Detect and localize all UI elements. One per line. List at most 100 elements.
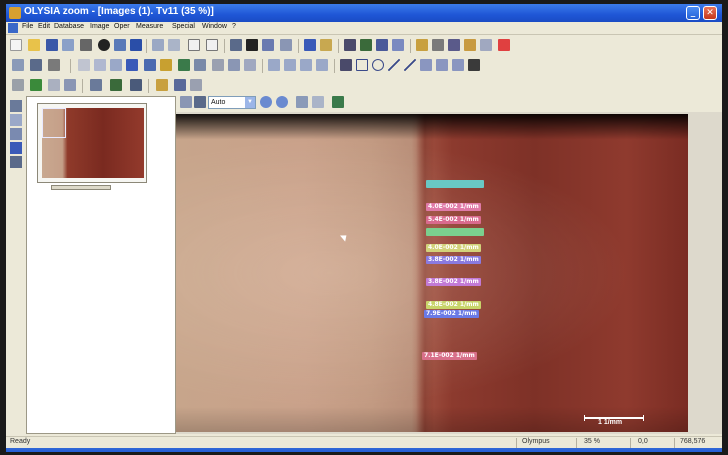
annotate-icon[interactable] <box>320 39 332 51</box>
process-d-icon[interactable] <box>110 79 122 91</box>
menu-help[interactable]: ? <box>232 23 236 30</box>
layers-icon[interactable] <box>228 59 240 71</box>
menu-special[interactable]: Special <box>172 23 195 30</box>
tool-c-icon[interactable] <box>448 39 460 51</box>
intensity-icon[interactable] <box>144 59 156 71</box>
paste-icon[interactable] <box>168 39 180 51</box>
title-bar[interactable]: OLYSIA zoom - [Images (1). Tv11 (35 %)] … <box>6 4 722 22</box>
navigator-zoom-slider[interactable] <box>51 185 111 190</box>
thumbnail-icon[interactable] <box>10 156 22 168</box>
align-b-icon[interactable] <box>284 59 296 71</box>
fit-window-icon[interactable] <box>180 96 192 108</box>
image-icon[interactable] <box>130 39 142 51</box>
process-a-icon[interactable] <box>12 79 24 91</box>
viewport-rectangle[interactable] <box>42 108 66 138</box>
measurement-label[interactable] <box>426 180 484 188</box>
micrograph-image[interactable] <box>176 114 688 432</box>
acquire-icon[interactable] <box>114 39 126 51</box>
measurement-label[interactable]: 4.0E-002 1/mm <box>426 203 481 211</box>
export-image-icon[interactable] <box>332 96 344 108</box>
menu-image[interactable]: Image <box>90 23 109 30</box>
new-file-icon[interactable] <box>10 39 22 51</box>
tool-e-icon[interactable] <box>480 39 492 51</box>
tool-d-icon[interactable] <box>464 39 476 51</box>
count-icon[interactable] <box>194 59 206 71</box>
measurement-label[interactable] <box>426 228 484 236</box>
plus-icon[interactable] <box>48 59 60 71</box>
report-icon[interactable] <box>376 39 388 51</box>
measurement-label[interactable]: 4.0E-002 1/mm <box>426 244 481 252</box>
text-tool-icon[interactable] <box>340 59 352 71</box>
process-f-icon[interactable] <box>156 79 168 91</box>
freehand-tool-icon[interactable] <box>436 59 448 71</box>
ellipse-tool-icon[interactable] <box>372 59 384 71</box>
magnifier-icon[interactable] <box>12 59 24 71</box>
tool-a-icon[interactable] <box>416 39 428 51</box>
crop-icon[interactable] <box>188 39 200 51</box>
select-icon[interactable] <box>78 59 90 71</box>
rectangle-tool-icon[interactable] <box>356 59 368 71</box>
process-e-icon[interactable] <box>130 79 142 91</box>
measurement-label[interactable]: 3.8E-002 1/mm <box>426 256 481 264</box>
align-a-icon[interactable] <box>268 59 280 71</box>
save-as-icon[interactable] <box>62 39 74 51</box>
line-tool-icon[interactable] <box>388 59 400 71</box>
tool-b-icon[interactable] <box>432 39 444 51</box>
table-icon[interactable] <box>360 39 372 51</box>
polyline-tool-icon[interactable] <box>420 59 432 71</box>
cut-icon[interactable] <box>212 59 224 71</box>
measurement-label[interactable]: 4.8E-002 1/mm <box>426 301 481 309</box>
menu-file[interactable]: File <box>22 23 33 30</box>
filter-icon[interactable] <box>262 39 274 51</box>
zoom-region-icon[interactable] <box>296 96 308 108</box>
document-icon[interactable] <box>8 23 18 33</box>
histogram-icon[interactable] <box>230 39 242 51</box>
measurement-label[interactable]: 7.1E-002 1/mm <box>422 352 477 360</box>
pointer-plus-icon[interactable] <box>30 59 42 71</box>
align-c-icon[interactable] <box>300 59 312 71</box>
minimize-button[interactable]: _ <box>686 6 700 20</box>
measurement-label[interactable]: 5.4E-002 1/mm <box>426 216 481 224</box>
process-c-icon[interactable] <box>90 79 102 91</box>
move-icon[interactable] <box>94 59 106 71</box>
chart-icon[interactable] <box>280 39 292 51</box>
columns-icon[interactable] <box>194 96 206 108</box>
menu-oper[interactable]: Oper <box>114 23 130 30</box>
zoom-select[interactable]: Auto ▼ <box>208 96 256 109</box>
image-region-icon[interactable] <box>126 59 138 71</box>
measurement-label[interactable]: 7.9E-002 1/mm <box>424 310 479 318</box>
menu-database[interactable]: Database <box>54 23 84 30</box>
properties-icon[interactable] <box>10 114 22 126</box>
grid-icon[interactable] <box>304 39 316 51</box>
menu-measure[interactable]: Measure <box>136 23 163 30</box>
layout-icon[interactable] <box>344 39 356 51</box>
process-g-icon[interactable] <box>174 79 186 91</box>
zoom-out-icon[interactable] <box>276 96 288 108</box>
contrast-icon[interactable] <box>246 39 258 51</box>
frame-icon[interactable] <box>206 39 218 51</box>
menu-edit[interactable]: Edit <box>38 23 50 30</box>
gallery-icon[interactable] <box>10 142 22 154</box>
process-h-icon[interactable] <box>190 79 202 91</box>
help-pointer-icon[interactable] <box>392 39 404 51</box>
print-icon[interactable] <box>80 39 92 51</box>
process-b-icon[interactable] <box>30 79 42 91</box>
menu-window[interactable]: Window <box>202 23 227 30</box>
angle-tool-icon[interactable] <box>452 59 464 71</box>
zoom-in-icon[interactable] <box>260 96 272 108</box>
overlay-icon[interactable] <box>312 96 324 108</box>
camera-icon[interactable] <box>98 39 110 51</box>
duplicate-icon[interactable] <box>244 59 256 71</box>
pencil-tool-icon[interactable] <box>468 59 480 71</box>
close-button[interactable]: ✕ <box>703 6 717 20</box>
brush-icon[interactable] <box>160 59 172 71</box>
arrow-tool-icon[interactable] <box>404 59 416 71</box>
rotate-icon[interactable] <box>48 79 60 91</box>
flip-icon[interactable] <box>64 79 76 91</box>
grid-view-icon[interactable] <box>10 100 22 112</box>
save-icon[interactable] <box>46 39 58 51</box>
palette-icon[interactable] <box>178 59 190 71</box>
open-folder-icon[interactable] <box>28 39 40 51</box>
align-d-icon[interactable] <box>316 59 328 71</box>
zoom-icon[interactable] <box>10 128 22 140</box>
